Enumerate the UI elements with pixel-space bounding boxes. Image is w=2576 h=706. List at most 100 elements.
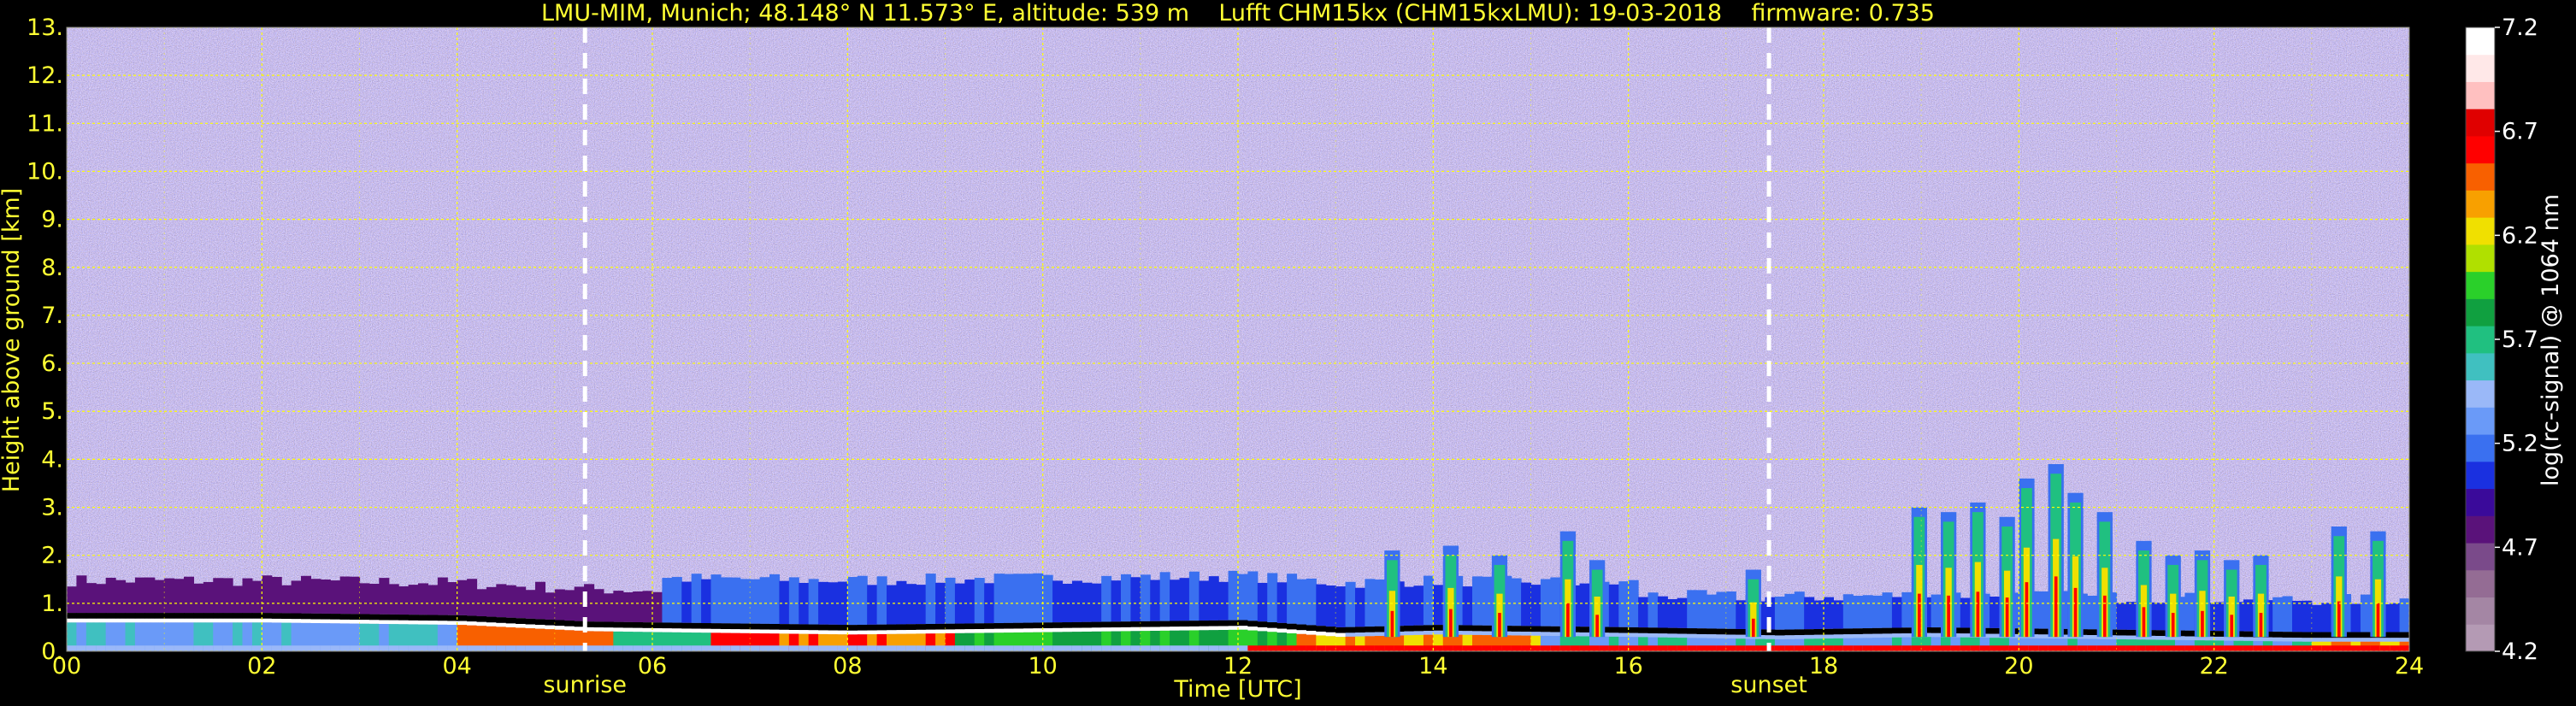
layer-white <box>984 628 995 633</box>
surface-strip <box>1677 645 1688 651</box>
layer-edge <box>339 614 351 620</box>
haze-segment <box>1521 582 1532 627</box>
surface-strip <box>2282 645 2293 651</box>
layer-white <box>1228 626 1239 630</box>
layer-edge <box>2311 632 2322 638</box>
layer-white <box>125 618 136 623</box>
haze-segment <box>379 578 390 615</box>
layer-white <box>1530 632 1541 636</box>
surface-strip <box>779 645 790 651</box>
surface-strip <box>603 645 614 651</box>
surface-strip <box>1345 645 1356 651</box>
haze-segment <box>1511 578 1522 627</box>
layer-edge <box>1696 628 1707 634</box>
layer-white <box>710 628 722 633</box>
layer-edge <box>1140 621 1151 627</box>
haze-segment <box>1794 591 1805 630</box>
layer-edge <box>1667 627 1678 634</box>
plume-core <box>1976 591 1980 638</box>
layer-white <box>2125 635 2137 640</box>
layer-edge <box>916 624 927 630</box>
layer-edge <box>476 616 487 622</box>
layer-white <box>154 618 165 623</box>
surface-strip <box>1238 645 1249 651</box>
haze-segment <box>408 585 419 615</box>
y-tick-label: 2. <box>41 543 63 569</box>
layer-white <box>2038 634 2049 638</box>
haze-segment <box>339 576 351 615</box>
haze-segment <box>213 578 224 614</box>
layer-edge <box>144 613 156 619</box>
layer-edge <box>1707 628 1718 635</box>
layer-white <box>964 629 976 633</box>
y-tick-label: 11. <box>27 110 63 137</box>
layer-edge <box>1774 629 1785 636</box>
layer-white <box>1257 627 1268 632</box>
layer-edge <box>2213 631 2225 637</box>
surface-strip <box>242 645 253 651</box>
layer-white <box>368 620 380 624</box>
layer-white <box>1013 628 1024 632</box>
surface-strip <box>887 645 898 651</box>
surface-strip <box>1170 645 1181 651</box>
layer-white <box>1091 627 1102 632</box>
surface-strip <box>398 645 410 651</box>
layer-edge <box>233 613 244 619</box>
haze-segment <box>554 589 565 621</box>
surface-strip <box>1306 645 1317 651</box>
haze-segment <box>730 577 741 624</box>
layer-edge <box>1657 627 1668 634</box>
layer-white <box>1648 633 1659 638</box>
surface-strip <box>1745 645 1756 651</box>
layer-white <box>847 630 858 635</box>
layer-white <box>1111 627 1122 632</box>
surface-strip <box>1335 645 1347 651</box>
layer-white <box>554 626 565 630</box>
colorbar-swatch <box>2466 569 2495 598</box>
layer-white <box>1482 631 1493 636</box>
layer-white <box>1833 634 1844 638</box>
layer-edge <box>291 613 302 620</box>
layer-edge <box>876 624 887 631</box>
surface-strip <box>1853 645 1864 651</box>
surface-strip <box>720 645 731 651</box>
haze-segment <box>1159 572 1170 621</box>
surface-strip <box>974 645 985 651</box>
surface-strip <box>2302 645 2313 651</box>
surface-strip <box>1707 645 1718 651</box>
layer-white <box>262 618 273 623</box>
layer-edge <box>203 613 214 619</box>
layer-white <box>808 630 819 634</box>
layer-edge <box>457 615 468 621</box>
haze-segment <box>750 579 761 624</box>
surface-strip <box>1989 645 2001 651</box>
layer-white <box>691 628 702 633</box>
surface-strip <box>1013 645 1024 651</box>
haze-segment <box>457 580 468 615</box>
surface-strip <box>144 645 156 651</box>
haze-segment <box>427 585 439 615</box>
haze-segment <box>622 591 634 622</box>
layer-edge <box>818 624 829 631</box>
layer-edge <box>2155 630 2166 637</box>
layer-edge <box>2350 632 2361 638</box>
layer-edge <box>1648 627 1659 634</box>
layer-white <box>437 621 448 625</box>
plume-core <box>1566 603 1570 638</box>
haze-segment <box>203 581 214 614</box>
surface-strip <box>671 645 682 651</box>
surface-strip <box>281 645 292 651</box>
layer-white <box>1716 634 1727 638</box>
surface-strip <box>1130 645 1141 651</box>
layer-edge <box>1013 622 1024 629</box>
surface-strip <box>2155 645 2166 651</box>
layer-edge <box>1736 628 1747 635</box>
haze-segment <box>1150 580 1161 621</box>
haze-segment <box>330 580 341 615</box>
colorbar-swatch <box>2466 190 2495 218</box>
haze-segment <box>896 580 907 625</box>
surface-strip <box>954 645 965 651</box>
layer-edge <box>1482 625 1493 632</box>
layer-white <box>2155 636 2166 640</box>
layer-white <box>1159 627 1170 631</box>
